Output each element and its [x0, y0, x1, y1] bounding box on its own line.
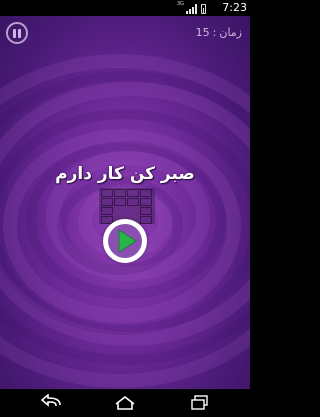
- play-icon: [118, 229, 137, 253]
- timer: 15: زمان: [196, 25, 242, 41]
- play-button[interactable]: [103, 219, 147, 263]
- pause-button[interactable]: [6, 22, 28, 44]
- timer-value: 15: [195, 26, 210, 39]
- home-icon[interactable]: [113, 394, 137, 412]
- timer-separator: :: [212, 26, 217, 39]
- phrase-text: صبر کن کار دارم: [55, 164, 195, 184]
- status-icons: 3G: [177, 2, 206, 14]
- signal-icon: [186, 4, 197, 14]
- timer-label: زمان: [219, 26, 242, 39]
- network-type: 3G: [176, 1, 184, 7]
- recent-apps-icon[interactable]: [188, 394, 212, 412]
- navigation-bar: [0, 389, 250, 417]
- battery-icon: [201, 4, 206, 14]
- back-icon[interactable]: [40, 394, 64, 412]
- game-screen: 15: زمان صبر کن کار دارم: [0, 16, 250, 389]
- status-time: 7:23: [222, 1, 247, 14]
- pause-icon: [13, 29, 16, 38]
- status-bar: 3G 7:23: [0, 0, 250, 16]
